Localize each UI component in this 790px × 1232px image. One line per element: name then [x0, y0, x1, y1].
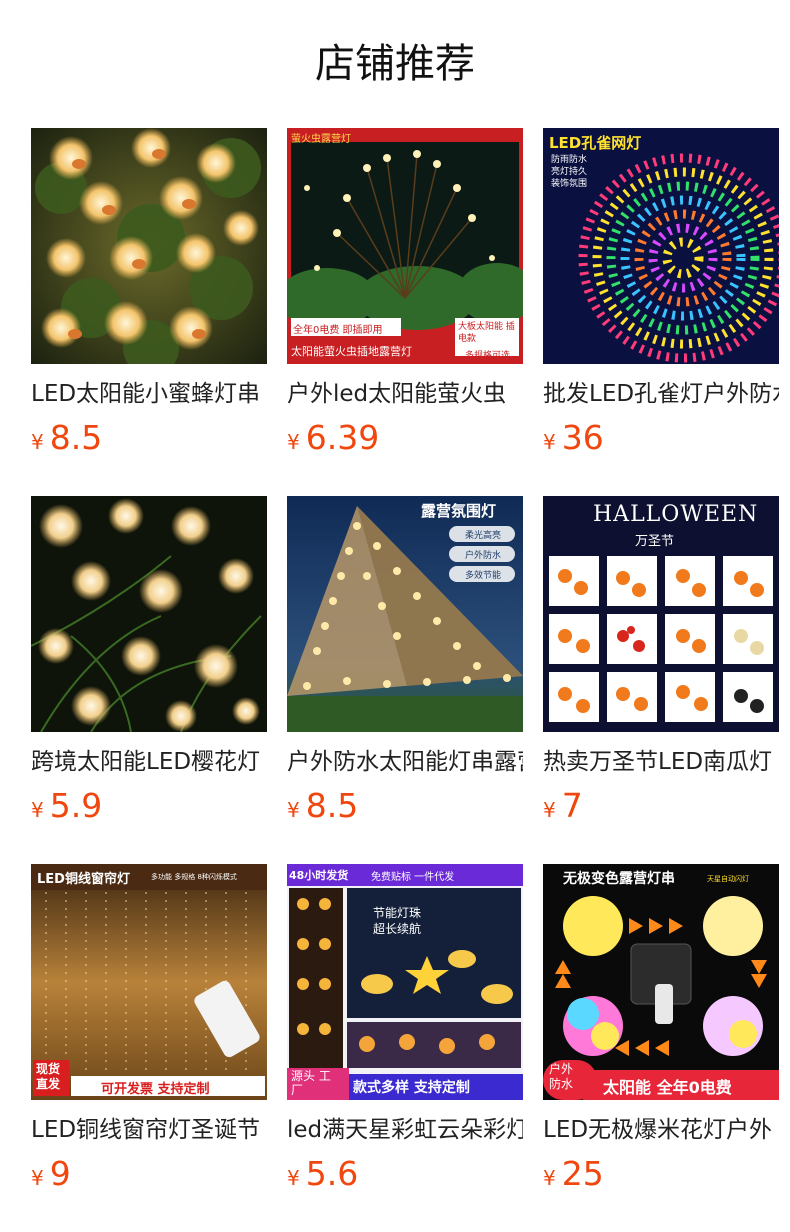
product-image[interactable]: HALLOWEEN 万圣节 [543, 496, 779, 732]
product-image[interactable]: 萤火虫露营灯 全年0电费 即插即用 大板太阳能 插电款 太阳能萤火虫插地露营灯 … [287, 128, 523, 364]
product-card[interactable]: 萤火虫露营灯 全年0电费 即插即用 大板太阳能 插电款 太阳能萤火虫插地露营灯 … [287, 128, 523, 458]
product-price: 8.5 [305, 786, 359, 825]
product-name[interactable]: 跨境太阳能LED樱花灯 [31, 746, 267, 778]
product-price: 7 [561, 786, 583, 825]
product-image[interactable]: 露营氛围灯 柔光高亮 户外防水 多效节能 [287, 496, 523, 732]
product-image[interactable]: 无极变色露营灯串 天星自动闪灯 户外 防水 太阳能 全年0电费 [543, 864, 779, 1100]
currency-symbol: ¥ [31, 1166, 44, 1190]
product-card[interactable]: 跨境太阳能LED樱花灯 ¥ 5.9 [31, 496, 267, 826]
product-card[interactable]: HALLOWEEN 万圣节 热卖万圣节LED南瓜灯 ¥ 7 [543, 496, 779, 826]
product-card[interactable]: LED太阳能小蜜蜂灯串 ¥ 8.5 [31, 128, 267, 458]
currency-symbol: ¥ [543, 798, 556, 822]
peacock-net-light-image [543, 128, 779, 364]
price-row: ¥ 5.9 [31, 786, 267, 826]
section-title: 店铺推荐 [315, 41, 475, 87]
store-recommendation-page: 店铺推荐 LED太阳能小蜜蜂灯串 ¥ 8.5 萤火虫露营灯 全年0电费 即插即用… [0, 0, 790, 1232]
product-card[interactable]: 露营氛围灯 柔光高亮 户外防水 多效节能 户外防水太阳能灯串露营 ¥ 8.5 [287, 496, 523, 826]
price-row: ¥ 8.5 [31, 418, 267, 458]
product-name[interactable]: LED无极爆米花灯户外 [543, 1114, 779, 1146]
product-image[interactable] [31, 128, 267, 364]
product-card[interactable]: 无极变色露营灯串 天星自动闪灯 户外 防水 太阳能 全年0电费 LED无极爆米花… [543, 864, 779, 1194]
halloween-pumpkin-lights-image [543, 496, 779, 732]
product-name[interactable]: 批发LED孔雀灯户外防水 [543, 378, 779, 410]
bee-string-lights-image [31, 128, 267, 364]
popcorn-lights-image [543, 864, 779, 1100]
product-price: 36 [561, 418, 604, 457]
price-row: ¥ 5.6 [287, 1154, 523, 1194]
product-name[interactable]: led满天星彩虹云朵彩灯 [287, 1114, 523, 1146]
price-row: ¥ 25 [543, 1154, 779, 1194]
currency-symbol: ¥ [31, 430, 44, 454]
currency-symbol: ¥ [287, 1166, 300, 1190]
price-row: ¥ 36 [543, 418, 779, 458]
product-name[interactable]: LED太阳能小蜜蜂灯串 [31, 378, 267, 410]
product-card[interactable]: LED孔雀网灯 防雨防水 亮灯持久 装饰氛围 批发LED孔雀灯户外防水 ¥ 36 [543, 128, 779, 458]
product-card[interactable]: 48小时发货 免费贴标 一件代发 节能灯珠 超长续航 源头 工厂 款式多样 支持… [287, 864, 523, 1194]
product-image[interactable]: 48小时发货 免费贴标 一件代发 节能灯珠 超长续航 源头 工厂 款式多样 支持… [287, 864, 523, 1100]
product-name[interactable]: 户外防水太阳能灯串露营 [287, 746, 523, 778]
product-price: 5.6 [305, 1154, 359, 1193]
product-name[interactable]: 热卖万圣节LED南瓜灯 [543, 746, 779, 778]
product-price: 5.9 [49, 786, 103, 825]
product-price: 8.5 [49, 418, 103, 457]
product-image[interactable]: LED铜线窗帘灯 多功能 多规格 8种闪烁模式 现货 直发 可开发票 支持定制 [31, 864, 267, 1100]
price-row: ¥ 6.39 [287, 418, 523, 458]
product-name[interactable]: LED铜线窗帘灯圣诞节 [31, 1114, 267, 1146]
currency-symbol: ¥ [31, 798, 44, 822]
price-row: ¥ 9 [31, 1154, 267, 1194]
firefly-garden-light-image [287, 128, 523, 364]
product-grid: LED太阳能小蜜蜂灯串 ¥ 8.5 萤火虫露营灯 全年0电费 即插即用 大板太阳… [31, 128, 779, 1194]
currency-symbol: ¥ [287, 798, 300, 822]
camping-tent-lights-image [287, 496, 523, 732]
product-image[interactable]: LED孔雀网灯 防雨防水 亮灯持久 装饰氛围 [543, 128, 779, 364]
cloud-star-lights-image [287, 864, 523, 1100]
product-price: 25 [561, 1154, 604, 1193]
price-row: ¥ 7 [543, 786, 779, 826]
product-price: 9 [49, 1154, 71, 1193]
product-image[interactable] [31, 496, 267, 732]
currency-symbol: ¥ [287, 430, 300, 454]
price-row: ¥ 8.5 [287, 786, 523, 826]
product-card[interactable]: LED铜线窗帘灯 多功能 多规格 8种闪烁模式 现货 直发 可开发票 支持定制 … [31, 864, 267, 1194]
product-price: 6.39 [305, 418, 380, 457]
currency-symbol: ¥ [543, 430, 556, 454]
product-name[interactable]: 户外led太阳能萤火虫 [287, 378, 523, 410]
currency-symbol: ¥ [543, 1166, 556, 1190]
curtain-lights-image [31, 864, 267, 1100]
cherry-blossom-lights-image [31, 496, 267, 732]
